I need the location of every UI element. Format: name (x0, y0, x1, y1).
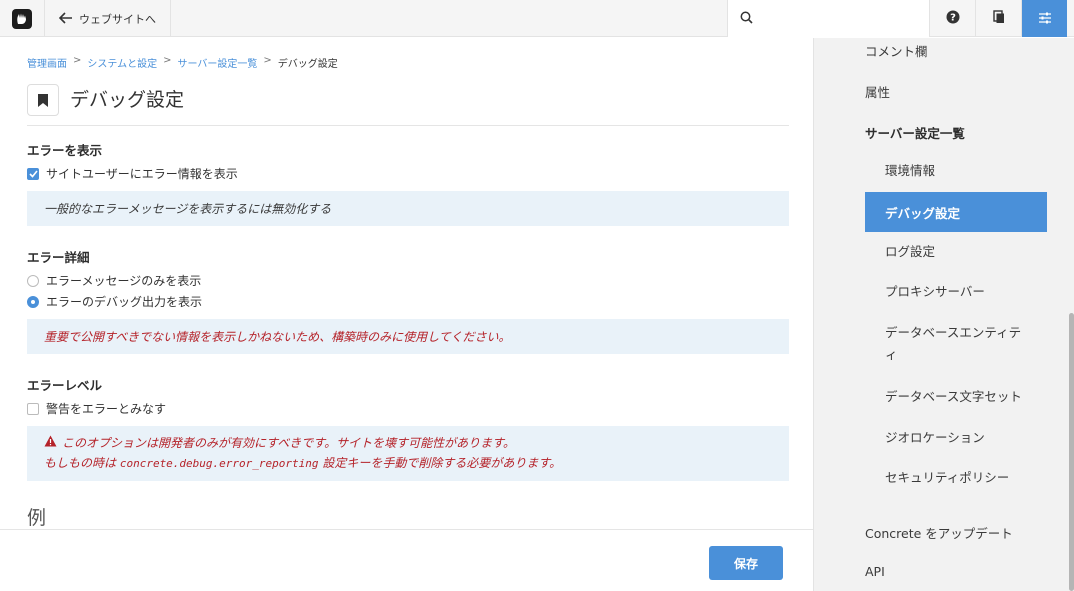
page-title: デバッグ設定 (70, 89, 185, 111)
sidebar-item-security-policy[interactable]: セキュリティポリシー (885, 467, 1025, 489)
bookmark-icon[interactable] (27, 84, 59, 116)
logo[interactable] (0, 0, 45, 37)
page-header: デバッグ設定 (27, 84, 789, 126)
sidebar-item-geolocation[interactable]: ジオロケーション (885, 427, 1025, 449)
sidebar-item-comments[interactable]: コメント欄 (865, 41, 928, 60)
scrollbar-thumb[interactable] (1069, 313, 1074, 591)
sitemap-button[interactable] (975, 0, 1021, 37)
display-errors-help-text: 一般的なエラーメッセージを表示するには無効化する (44, 201, 332, 216)
sidebar-item-proxy[interactable]: プロキシサーバー (885, 281, 1025, 303)
error-detail-warning-text: 重要で公開すべきでない情報を表示しかねないため、構築時のみに使用してください。 (44, 329, 511, 344)
sidebar-scrollbar[interactable] (1069, 38, 1074, 591)
help-button[interactable]: ? (929, 0, 975, 37)
help-icon: ? (946, 9, 960, 28)
sidebar-item-db-entities[interactable]: データベースエンティティ (885, 322, 1025, 366)
display-errors-checkbox-row[interactable]: サイトユーザーにエラー情報を表示 (27, 165, 238, 182)
error-level-warning-prefix: もしもの時は (44, 456, 120, 470)
warnings-as-errors-checkbox[interactable] (27, 402, 39, 415)
concrete-logo-icon (12, 8, 32, 29)
sidebar-item-environment[interactable]: 環境情報 (885, 160, 1025, 182)
error-detail-option-debug[interactable]: エラーのデバッグ出力を表示 (27, 293, 202, 310)
breadcrumb-current: デバッグ設定 (277, 59, 338, 70)
error-level-warning-line1: このオプションは開発者のみが有効にすべきです。サイトを壊す可能性があります。 (44, 433, 772, 453)
error-level-warning-line2: もしもの時は concrete.debug.error_reporting 設定… (44, 453, 772, 474)
save-button[interactable]: 保存 (709, 546, 783, 580)
arrow-left-icon (58, 10, 73, 28)
display-errors-label: エラーを表示 (27, 143, 103, 158)
display-errors-checkbox[interactable] (27, 167, 39, 180)
main-content: 管理画面 > システムと設定 > サーバー設定一覧 > デバッグ設定 デバッグ設… (0, 38, 813, 591)
dashboard-sidebar: コメント欄 属性 サーバー設定一覧 環境情報 デバッグ設定 ログ設定 プロキシサ… (813, 38, 1069, 591)
search-input[interactable] (759, 11, 919, 26)
error-detail-radio-debug[interactable] (27, 295, 39, 308)
breadcrumb-separator: > (73, 55, 82, 66)
back-link-label: ウェブサイトへ (79, 12, 156, 26)
svg-text:?: ? (950, 13, 956, 24)
error-level-warning: このオプションは開発者のみが有効にすべきです。サイトを壊す可能性があります。 も… (27, 426, 789, 481)
sidebar-item-server-settings[interactable]: サーバー設定一覧 (865, 123, 965, 142)
search-box[interactable] (727, 0, 929, 37)
toolbar: ウェブサイトへ ? (0, 0, 1074, 37)
error-detail-warning: 重要で公開すべきでない情報を表示しかねないため、構築時のみに使用してください。 (27, 319, 789, 354)
breadcrumb-link-dashboard[interactable]: 管理画面 (27, 55, 67, 70)
sidebar-item-label: デバッグ設定 (885, 205, 961, 221)
search-icon (740, 9, 753, 28)
pages-icon (992, 9, 1005, 28)
breadcrumb-separator: > (263, 55, 272, 66)
error-level-warning-suffix: 設定キーを手動で削除する必要があります。 (318, 456, 562, 470)
sidebar-item-logging[interactable]: ログ設定 (885, 241, 1025, 263)
error-detail-radio-message[interactable] (27, 274, 39, 287)
form-footer: 保存 (0, 529, 813, 591)
config-key-code: concrete.debug.error_reporting (119, 457, 319, 470)
error-level-label: エラーレベル (27, 378, 103, 393)
display-errors-checkbox-label: サイトユーザーにエラー情報を表示 (46, 167, 238, 181)
sidebar-item-api[interactable]: API (865, 564, 885, 579)
settings-button[interactable] (1021, 0, 1067, 37)
error-level-checkbox-row[interactable]: 警告をエラーとみなす (27, 400, 166, 417)
breadcrumb: 管理画面 > システムと設定 > サーバー設定一覧 > デバッグ設定 (27, 55, 338, 70)
sidebar-item-db-charset[interactable]: データベース文字セット (885, 386, 1025, 408)
back-to-website-link[interactable]: ウェブサイトへ (45, 0, 171, 37)
error-level-warning-text1: このオプションは開発者のみが有効にすべきです。サイトを壊す可能性があります。 (62, 436, 515, 450)
sidebar-item-update[interactable]: Concrete をアップデート (865, 523, 1013, 542)
sidebar-item-debug-active[interactable]: デバッグ設定 (865, 192, 1047, 232)
sliders-icon (1038, 9, 1052, 28)
error-detail-option-label: エラーのデバッグ出力を表示 (46, 295, 203, 309)
error-detail-label: エラー詳細 (27, 250, 90, 265)
example-heading: 例 (27, 507, 47, 529)
breadcrumb-separator: > (163, 55, 172, 66)
error-detail-option-message[interactable]: エラーメッセージのみを表示 (27, 272, 201, 289)
breadcrumb-link-system[interactable]: システムと設定 (87, 55, 157, 70)
breadcrumb-link-server-settings[interactable]: サーバー設定一覧 (177, 55, 257, 70)
warning-triangle-icon (44, 433, 57, 453)
error-detail-option-label: エラーメッセージのみを表示 (46, 274, 202, 288)
sidebar-item-attributes[interactable]: 属性 (865, 82, 890, 101)
display-errors-help: 一般的なエラーメッセージを表示するには無効化する (27, 191, 789, 226)
warnings-as-errors-label: 警告をエラーとみなす (46, 402, 167, 416)
